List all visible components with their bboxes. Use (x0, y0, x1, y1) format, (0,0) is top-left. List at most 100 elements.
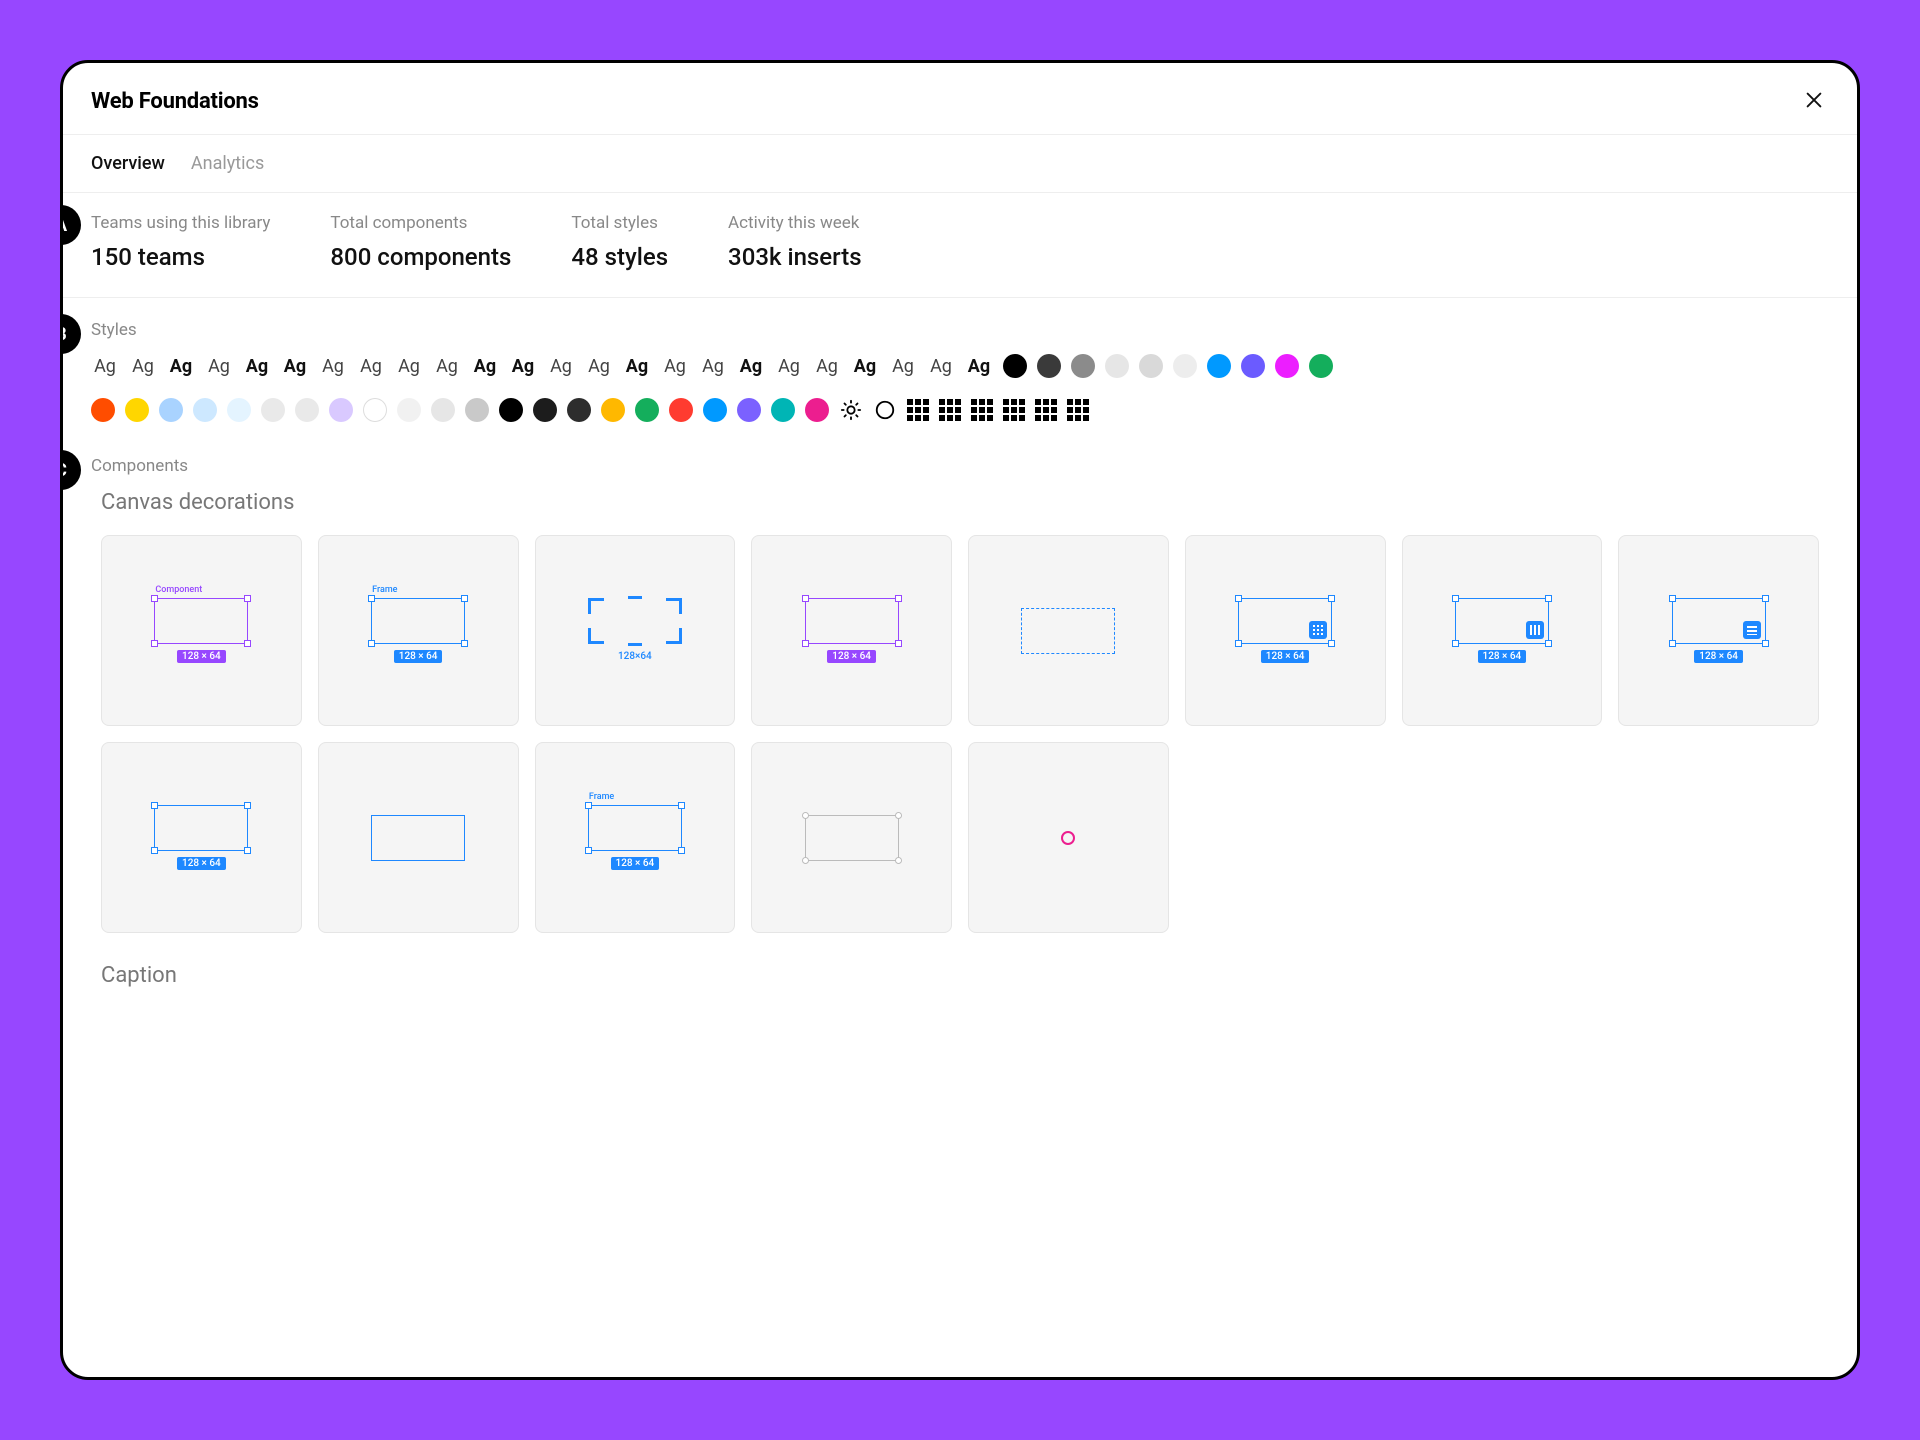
text-style-swatch[interactable]: Ag (471, 356, 499, 377)
text-style-swatch[interactable]: Ag (357, 356, 385, 377)
text-style-swatch[interactable]: Ag (737, 356, 765, 377)
component-card[interactable]: 128 × 64 (1402, 535, 1603, 726)
color-style-swatch[interactable] (1309, 354, 1333, 378)
color-style-swatch[interactable] (397, 398, 421, 422)
text-style-swatch[interactable]: Ag (851, 356, 879, 377)
close-button[interactable] (1799, 85, 1829, 118)
color-style-swatch[interactable] (1275, 354, 1299, 378)
color-style-swatch[interactable] (363, 398, 387, 422)
color-style-swatch[interactable] (635, 398, 659, 422)
annotation-a: A (63, 205, 81, 245)
text-style-swatch[interactable]: Ag (813, 356, 841, 377)
color-style-swatch[interactable] (261, 398, 285, 422)
color-style-swatch[interactable] (1071, 354, 1095, 378)
color-style-swatch[interactable] (533, 398, 557, 422)
component-card[interactable] (318, 742, 519, 933)
component-card[interactable]: 128 × 64 (101, 742, 302, 933)
color-style-swatch[interactable] (567, 398, 591, 422)
text-style-swatch[interactable]: Ag (585, 356, 613, 377)
dimensions-label: 128 × 64 (177, 650, 226, 663)
grid-style-swatch[interactable] (907, 399, 929, 421)
dimensions-label: 128 × 64 (1478, 650, 1527, 663)
component-card[interactable]: 128 × 64 (1185, 535, 1386, 726)
text-style-swatch[interactable]: Ag (661, 356, 689, 377)
text-style-swatch[interactable]: Ag (167, 356, 195, 377)
components-grid: Component128 × 64 Frame 128 × 64 128×64 128 … (91, 535, 1829, 953)
color-style-swatch[interactable] (193, 398, 217, 422)
stat-value: 150 teams (91, 243, 270, 271)
component-card[interactable] (968, 742, 1169, 933)
color-style-swatch[interactable] (1003, 354, 1027, 378)
component-card[interactable]: 128 × 64 (1618, 535, 1819, 726)
stat-value: 48 styles (571, 243, 668, 271)
text-style-swatch[interactable]: Ag (205, 356, 233, 377)
color-style-swatch[interactable] (1139, 354, 1163, 378)
color-style-swatch[interactable] (1241, 354, 1265, 378)
dimensions-label: 128 × 64 (177, 857, 226, 870)
text-style-swatch[interactable]: Ag (91, 356, 119, 377)
color-style-swatch[interactable] (159, 398, 183, 422)
text-style-swatch[interactable]: Ag (889, 356, 917, 377)
dimensions-label: 128 × 64 (1261, 650, 1310, 663)
grid-style-swatch[interactable] (939, 399, 961, 421)
grid-style-swatch[interactable] (1035, 399, 1057, 421)
color-style-swatch[interactable] (1105, 354, 1129, 378)
content-scroll[interactable]: A Teams using this library 150 teams Tot… (63, 193, 1857, 1377)
frame-label: Frame (372, 585, 397, 595)
tab-overview[interactable]: Overview (91, 153, 165, 174)
component-card[interactable]: Component128 × 64 (101, 535, 302, 726)
color-style-swatch[interactable] (601, 398, 625, 422)
grid-icon (1309, 621, 1327, 639)
color-style-swatch[interactable] (329, 398, 353, 422)
color-style-swatch[interactable] (1173, 354, 1197, 378)
text-style-swatch[interactable]: Ag (623, 356, 651, 377)
color-style-swatch[interactable] (499, 398, 523, 422)
text-style-swatch[interactable]: Ag (965, 356, 993, 377)
close-icon (1803, 89, 1825, 111)
text-style-swatch[interactable]: Ag (395, 356, 423, 377)
dimensions-label: 128 × 64 (827, 650, 876, 663)
component-card[interactable] (968, 535, 1169, 726)
text-style-swatch[interactable]: Ag (547, 356, 575, 377)
color-style-swatch[interactable] (227, 398, 251, 422)
color-style-swatch[interactable] (125, 398, 149, 422)
text-style-swatch[interactable]: Ag (433, 356, 461, 377)
titlebar: Web Foundations (63, 63, 1857, 134)
color-style-swatch[interactable] (1037, 354, 1061, 378)
text-style-swatch[interactable]: Ag (129, 356, 157, 377)
color-style-swatch[interactable] (465, 398, 489, 422)
stat-value: 303k inserts (728, 243, 862, 271)
hotspot-icon (1061, 831, 1075, 845)
tab-analytics[interactable]: Analytics (191, 153, 264, 174)
grid-style-swatch[interactable] (1003, 399, 1025, 421)
component-card[interactable]: Frame128 × 64 (535, 742, 736, 933)
dimensions-label: 128 × 64 (394, 650, 443, 663)
color-style-swatch[interactable] (1207, 354, 1231, 378)
color-style-swatch[interactable] (771, 398, 795, 422)
dimensions-label: 128 × 64 (1694, 650, 1743, 663)
moon-icon[interactable] (873, 398, 897, 422)
color-style-swatch[interactable] (805, 398, 829, 422)
component-card[interactable]: Frame 128 × 64 (318, 535, 519, 726)
text-style-swatch[interactable]: Ag (509, 356, 537, 377)
list-icon (1743, 621, 1761, 639)
sun-icon[interactable] (839, 398, 863, 422)
text-style-swatch[interactable]: Ag (243, 356, 271, 377)
text-style-swatch[interactable]: Ag (775, 356, 803, 377)
color-style-swatch[interactable] (91, 398, 115, 422)
component-card[interactable]: 128 × 64 (751, 535, 952, 726)
grid-style-swatch[interactable] (971, 399, 993, 421)
color-style-swatch[interactable] (669, 398, 693, 422)
color-style-swatch[interactable] (703, 398, 727, 422)
color-style-swatch[interactable] (737, 398, 761, 422)
text-style-swatch[interactable]: Ag (281, 356, 309, 377)
component-card[interactable] (751, 742, 952, 933)
text-style-swatch[interactable]: Ag (319, 356, 347, 377)
component-card[interactable]: 128×64 (535, 535, 736, 726)
grid-style-swatch[interactable] (1067, 399, 1089, 421)
color-style-swatch[interactable] (295, 398, 319, 422)
group-canvas-decorations: Canvas decorations (101, 490, 1829, 515)
text-style-swatch[interactable]: Ag (927, 356, 955, 377)
color-style-swatch[interactable] (431, 398, 455, 422)
text-style-swatch[interactable]: Ag (699, 356, 727, 377)
